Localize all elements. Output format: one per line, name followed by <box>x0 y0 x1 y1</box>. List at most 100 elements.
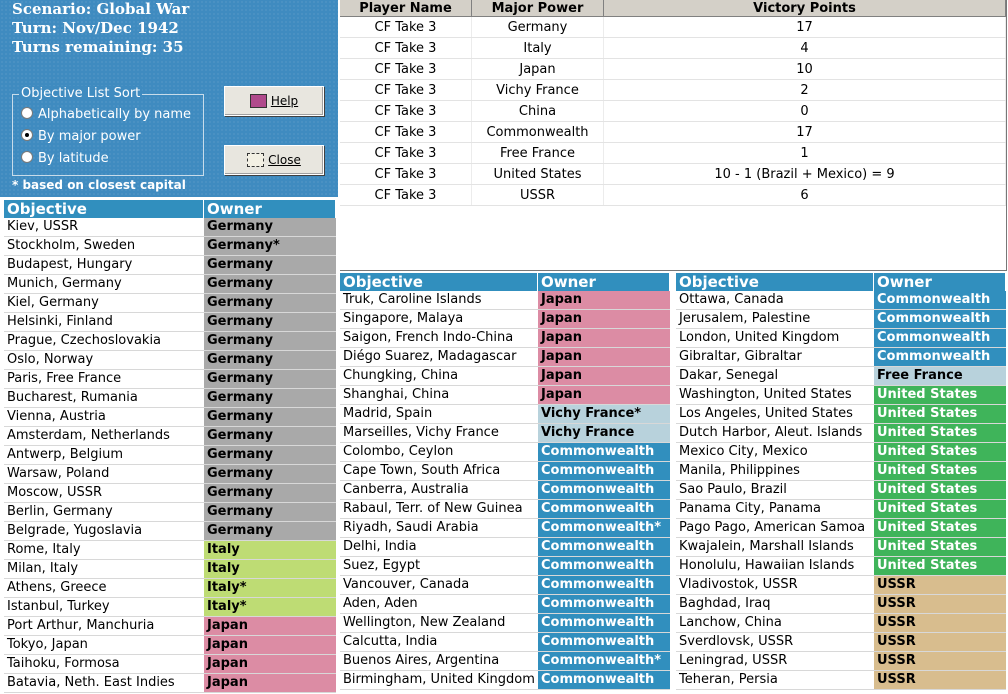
objective-row[interactable]: Diégo Suarez, Madagascar Japan <box>340 348 670 367</box>
objective-row[interactable]: London, United Kingdom Commonwealth <box>676 329 1006 348</box>
objective-row[interactable]: Vancouver, Canada Commonwealth <box>340 576 670 595</box>
objective-row[interactable]: Rabaul, Terr. of New Guinea Commonwealth <box>340 500 670 519</box>
sort-alphabetical-radio[interactable]: Alphabetically by name <box>21 107 191 122</box>
owner-badge: Germany <box>204 446 336 464</box>
owner-column-header[interactable]: Owner <box>538 273 670 291</box>
objective-row[interactable]: Washington, United States United States <box>676 386 1006 405</box>
objective-row[interactable]: Saigon, French Indo-China Japan <box>340 329 670 348</box>
objective-row[interactable]: Teheran, Persia USSR <box>676 671 1006 690</box>
objective-row[interactable]: Leningrad, USSR USSR <box>676 652 1006 671</box>
objective-row[interactable]: Budapest, Hungary Germany <box>4 256 336 275</box>
sort-latitude-radio[interactable]: By latitude <box>21 151 109 166</box>
owner-badge: Japan <box>538 386 670 404</box>
victory-row[interactable]: CF Take 3 Germany 17 <box>340 17 1006 38</box>
objective-name: Leningrad, USSR <box>679 653 788 668</box>
objective-column-header[interactable]: Objective <box>4 200 204 218</box>
objective-row[interactable]: Amsterdam, Netherlands Germany <box>4 427 336 446</box>
objective-row[interactable]: Aden, Aden Commonwealth <box>340 595 670 614</box>
objective-row[interactable]: Rome, Italy Italy <box>4 541 336 560</box>
objective-row[interactable]: Riyadh, Saudi Arabia Commonwealth* <box>340 519 670 538</box>
objective-row[interactable]: Lanchow, China USSR <box>676 614 1006 633</box>
objective-row[interactable]: Colombo, Ceylon Commonwealth <box>340 443 670 462</box>
objective-row[interactable]: Calcutta, India Commonwealth <box>340 633 670 652</box>
objective-column-header[interactable]: Objective <box>676 273 874 291</box>
objective-row[interactable]: Kiel, Germany Germany <box>4 294 336 313</box>
sort-major-power-radio[interactable]: By major power <box>21 129 141 144</box>
objective-row[interactable]: Ottawa, Canada Commonwealth <box>676 291 1006 310</box>
objective-column-header[interactable]: Objective <box>340 273 538 291</box>
objective-row[interactable]: Prague, Czechoslovakia Germany <box>4 332 336 351</box>
objective-row[interactable]: Baghdad, Iraq USSR <box>676 595 1006 614</box>
player-name-column-header[interactable]: Player Name <box>340 0 472 17</box>
objective-name: Canberra, Australia <box>343 482 469 497</box>
objective-row[interactable]: Los Angeles, United States United States <box>676 405 1006 424</box>
objective-row[interactable]: Buenos Aires, Argentina Commonwealth* <box>340 652 670 671</box>
objective-row[interactable]: Port Arthur, Manchuria Japan <box>4 617 336 636</box>
objective-row[interactable]: Vladivostok, USSR USSR <box>676 576 1006 595</box>
victory-row[interactable]: CF Take 3 Vichy France 2 <box>340 80 1006 101</box>
objective-row[interactable]: Athens, Greece Italy* <box>4 579 336 598</box>
objective-row[interactable]: Vienna, Austria Germany <box>4 408 336 427</box>
victory-row[interactable]: CF Take 3 USSR 6 <box>340 185 1006 206</box>
objective-row[interactable]: Munich, Germany Germany <box>4 275 336 294</box>
victory-row[interactable]: CF Take 3 Free France 1 <box>340 143 1006 164</box>
objective-row[interactable]: Truk, Caroline Islands Japan <box>340 291 670 310</box>
objective-row[interactable]: Dutch Harbor, Aleut. Islands United State… <box>676 424 1006 443</box>
owner-column-header[interactable]: Owner <box>204 200 336 218</box>
victory-row[interactable]: CF Take 3 Italy 4 <box>340 38 1006 59</box>
objective-name: Warsaw, Poland <box>7 466 110 481</box>
objective-row[interactable]: Manila, Philippines United States <box>676 462 1006 481</box>
victory-row[interactable]: CF Take 3 China 0 <box>340 101 1006 122</box>
objective-row[interactable]: Batavia, Neth. East Indies Japan <box>4 674 336 693</box>
objective-row[interactable]: Belgrade, Yugoslavia Germany <box>4 522 336 541</box>
objective-row[interactable]: Kiev, USSR Germany <box>4 218 336 237</box>
objective-row[interactable]: Helsinki, Finland Germany <box>4 313 336 332</box>
objective-row[interactable]: Mexico City, Mexico United States <box>676 443 1006 462</box>
objective-row[interactable]: Delhi, India Commonwealth <box>340 538 670 557</box>
objective-row[interactable]: Shanghai, China Japan <box>340 386 670 405</box>
victory-row[interactable]: CF Take 3 United States 10 - 1 (Brazil + M… <box>340 164 1006 185</box>
objective-row[interactable]: Antwerp, Belgium Germany <box>4 446 336 465</box>
objective-row[interactable]: Paris, Free France Germany <box>4 370 336 389</box>
objective-row[interactable]: Singapore, Malaya Japan <box>340 310 670 329</box>
owner-column-header[interactable]: Owner <box>874 273 1006 291</box>
victory-row[interactable]: CF Take 3 Japan 10 <box>340 59 1006 80</box>
objective-row[interactable]: Taihoku, Formosa Japan <box>4 655 336 674</box>
objective-row[interactable]: Madrid, Spain Vichy France* <box>340 405 670 424</box>
objective-row[interactable]: Dakar, Senegal Free France <box>676 367 1006 386</box>
objective-row[interactable]: Cape Town, South Africa Commonwealth <box>340 462 670 481</box>
objective-row[interactable]: Canberra, Australia Commonwealth <box>340 481 670 500</box>
victory-row[interactable]: CF Take 3 Commonwealth 17 <box>340 122 1006 143</box>
help-button[interactable]: Help <box>224 86 324 116</box>
objective-row[interactable]: Gibraltar, Gibraltar Commonwealth <box>676 348 1006 367</box>
objective-row[interactable]: Honolulu, Hawaiian Islands United States <box>676 557 1006 576</box>
objective-row[interactable]: Marseilles, Vichy France Vichy France <box>340 424 670 443</box>
objective-row[interactable]: Panama City, Panama United States <box>676 500 1006 519</box>
objective-row[interactable]: Pago Pago, American Samoa United States <box>676 519 1006 538</box>
major-power-column-header[interactable]: Major Power <box>472 0 604 17</box>
objective-row[interactable]: Sverdlovsk, USSR USSR <box>676 633 1006 652</box>
objective-row[interactable]: Moscow, USSR Germany <box>4 484 336 503</box>
objective-name: Lanchow, China <box>679 615 782 630</box>
victory-points-column-header[interactable]: Victory Points <box>604 0 1006 17</box>
objective-row[interactable]: Milan, Italy Italy <box>4 560 336 579</box>
objective-row[interactable]: Berlin, Germany Germany <box>4 503 336 522</box>
objective-row[interactable]: Tokyo, Japan Japan <box>4 636 336 655</box>
objective-row[interactable]: Oslo, Norway Germany <box>4 351 336 370</box>
objective-row[interactable]: Jerusalem, Palestine Commonwealth <box>676 310 1006 329</box>
objective-name: Bucharest, Rumania <box>7 390 138 405</box>
owner-badge: Japan <box>204 674 336 692</box>
objective-row[interactable]: Bucharest, Rumania Germany <box>4 389 336 408</box>
objective-row[interactable]: Chungking, China Japan <box>340 367 670 386</box>
objective-list-header: Objective Owner <box>4 200 336 218</box>
objective-row[interactable]: Istanbul, Turkey Italy* <box>4 598 336 617</box>
objective-row[interactable]: Warsaw, Poland Germany <box>4 465 336 484</box>
owner-badge: United States <box>874 500 1006 518</box>
objective-row[interactable]: Sao Paulo, Brazil United States <box>676 481 1006 500</box>
objective-row[interactable]: Stockholm, Sweden Germany* <box>4 237 336 256</box>
close-button[interactable]: Close <box>224 145 324 175</box>
objective-row[interactable]: Kwajalein, Marshall Islands United States <box>676 538 1006 557</box>
objective-row[interactable]: Birmingham, United Kingdom Commonwealth <box>340 671 670 690</box>
objective-row[interactable]: Wellington, New Zealand Commonwealth <box>340 614 670 633</box>
objective-row[interactable]: Suez, Egypt Commonwealth <box>340 557 670 576</box>
